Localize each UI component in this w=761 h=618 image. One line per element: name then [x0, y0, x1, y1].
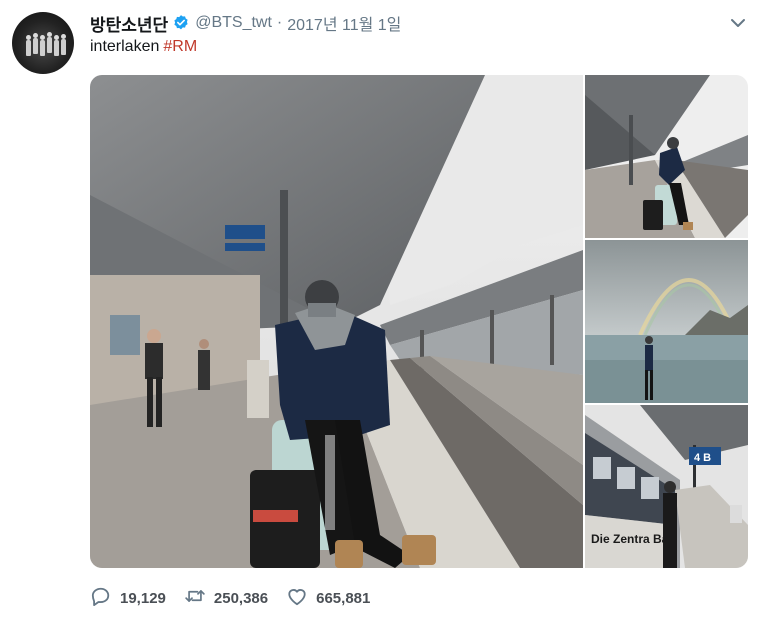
- platform-sign: 4 B: [694, 452, 711, 464]
- media-grid: Die Zentra Ba 4 B: [90, 75, 748, 568]
- user-handle[interactable]: @BTS_twt: [195, 14, 272, 32]
- avatar-member-figure: [47, 32, 52, 53]
- avatar-member-figure: [61, 34, 66, 55]
- avatar-member-figure: [26, 35, 31, 56]
- tweet-date[interactable]: 2017년 11월 1일: [287, 11, 401, 35]
- photo-main[interactable]: [90, 75, 583, 568]
- display-name[interactable]: 방탄소년단: [90, 11, 168, 36]
- tweet-body: interlaken: [90, 38, 160, 55]
- hashtag-link[interactable]: #RM: [163, 38, 197, 55]
- reply-count: 19,129: [120, 589, 166, 607]
- chevron-down-icon[interactable]: [729, 16, 747, 30]
- avatar[interactable]: [12, 12, 74, 74]
- tweet-actions: 19,129 250,386 665,881: [90, 586, 388, 610]
- reply-button[interactable]: 19,129: [90, 586, 166, 611]
- retweet-count: 250,386: [213, 589, 269, 607]
- verified-badge-icon: [172, 14, 190, 32]
- avatar-member-figure: [33, 33, 38, 54]
- heart-icon: [286, 586, 308, 611]
- avatar-member-figure: [40, 35, 45, 56]
- train-lettering: Die Zentra Ba: [591, 532, 669, 546]
- tweet-text: interlaken #RM: [90, 38, 197, 56]
- tweet-header: 방탄소년단 @BTS_twt · 2017년 11월 1일: [90, 11, 401, 36]
- like-count: 665,881: [316, 589, 371, 607]
- photo-thumbnail-1[interactable]: [585, 75, 748, 238]
- like-button[interactable]: 665,881: [286, 586, 370, 611]
- photo-thumbnail-2[interactable]: [585, 240, 748, 403]
- photo-thumbnail-3[interactable]: Die Zentra Ba 4 B: [585, 405, 748, 568]
- retweet-button[interactable]: 250,386: [184, 586, 268, 611]
- retweet-icon: [184, 586, 206, 611]
- reply-icon: [90, 586, 112, 611]
- avatar-member-figure: [54, 35, 59, 56]
- separator-dot: ·: [276, 14, 283, 31]
